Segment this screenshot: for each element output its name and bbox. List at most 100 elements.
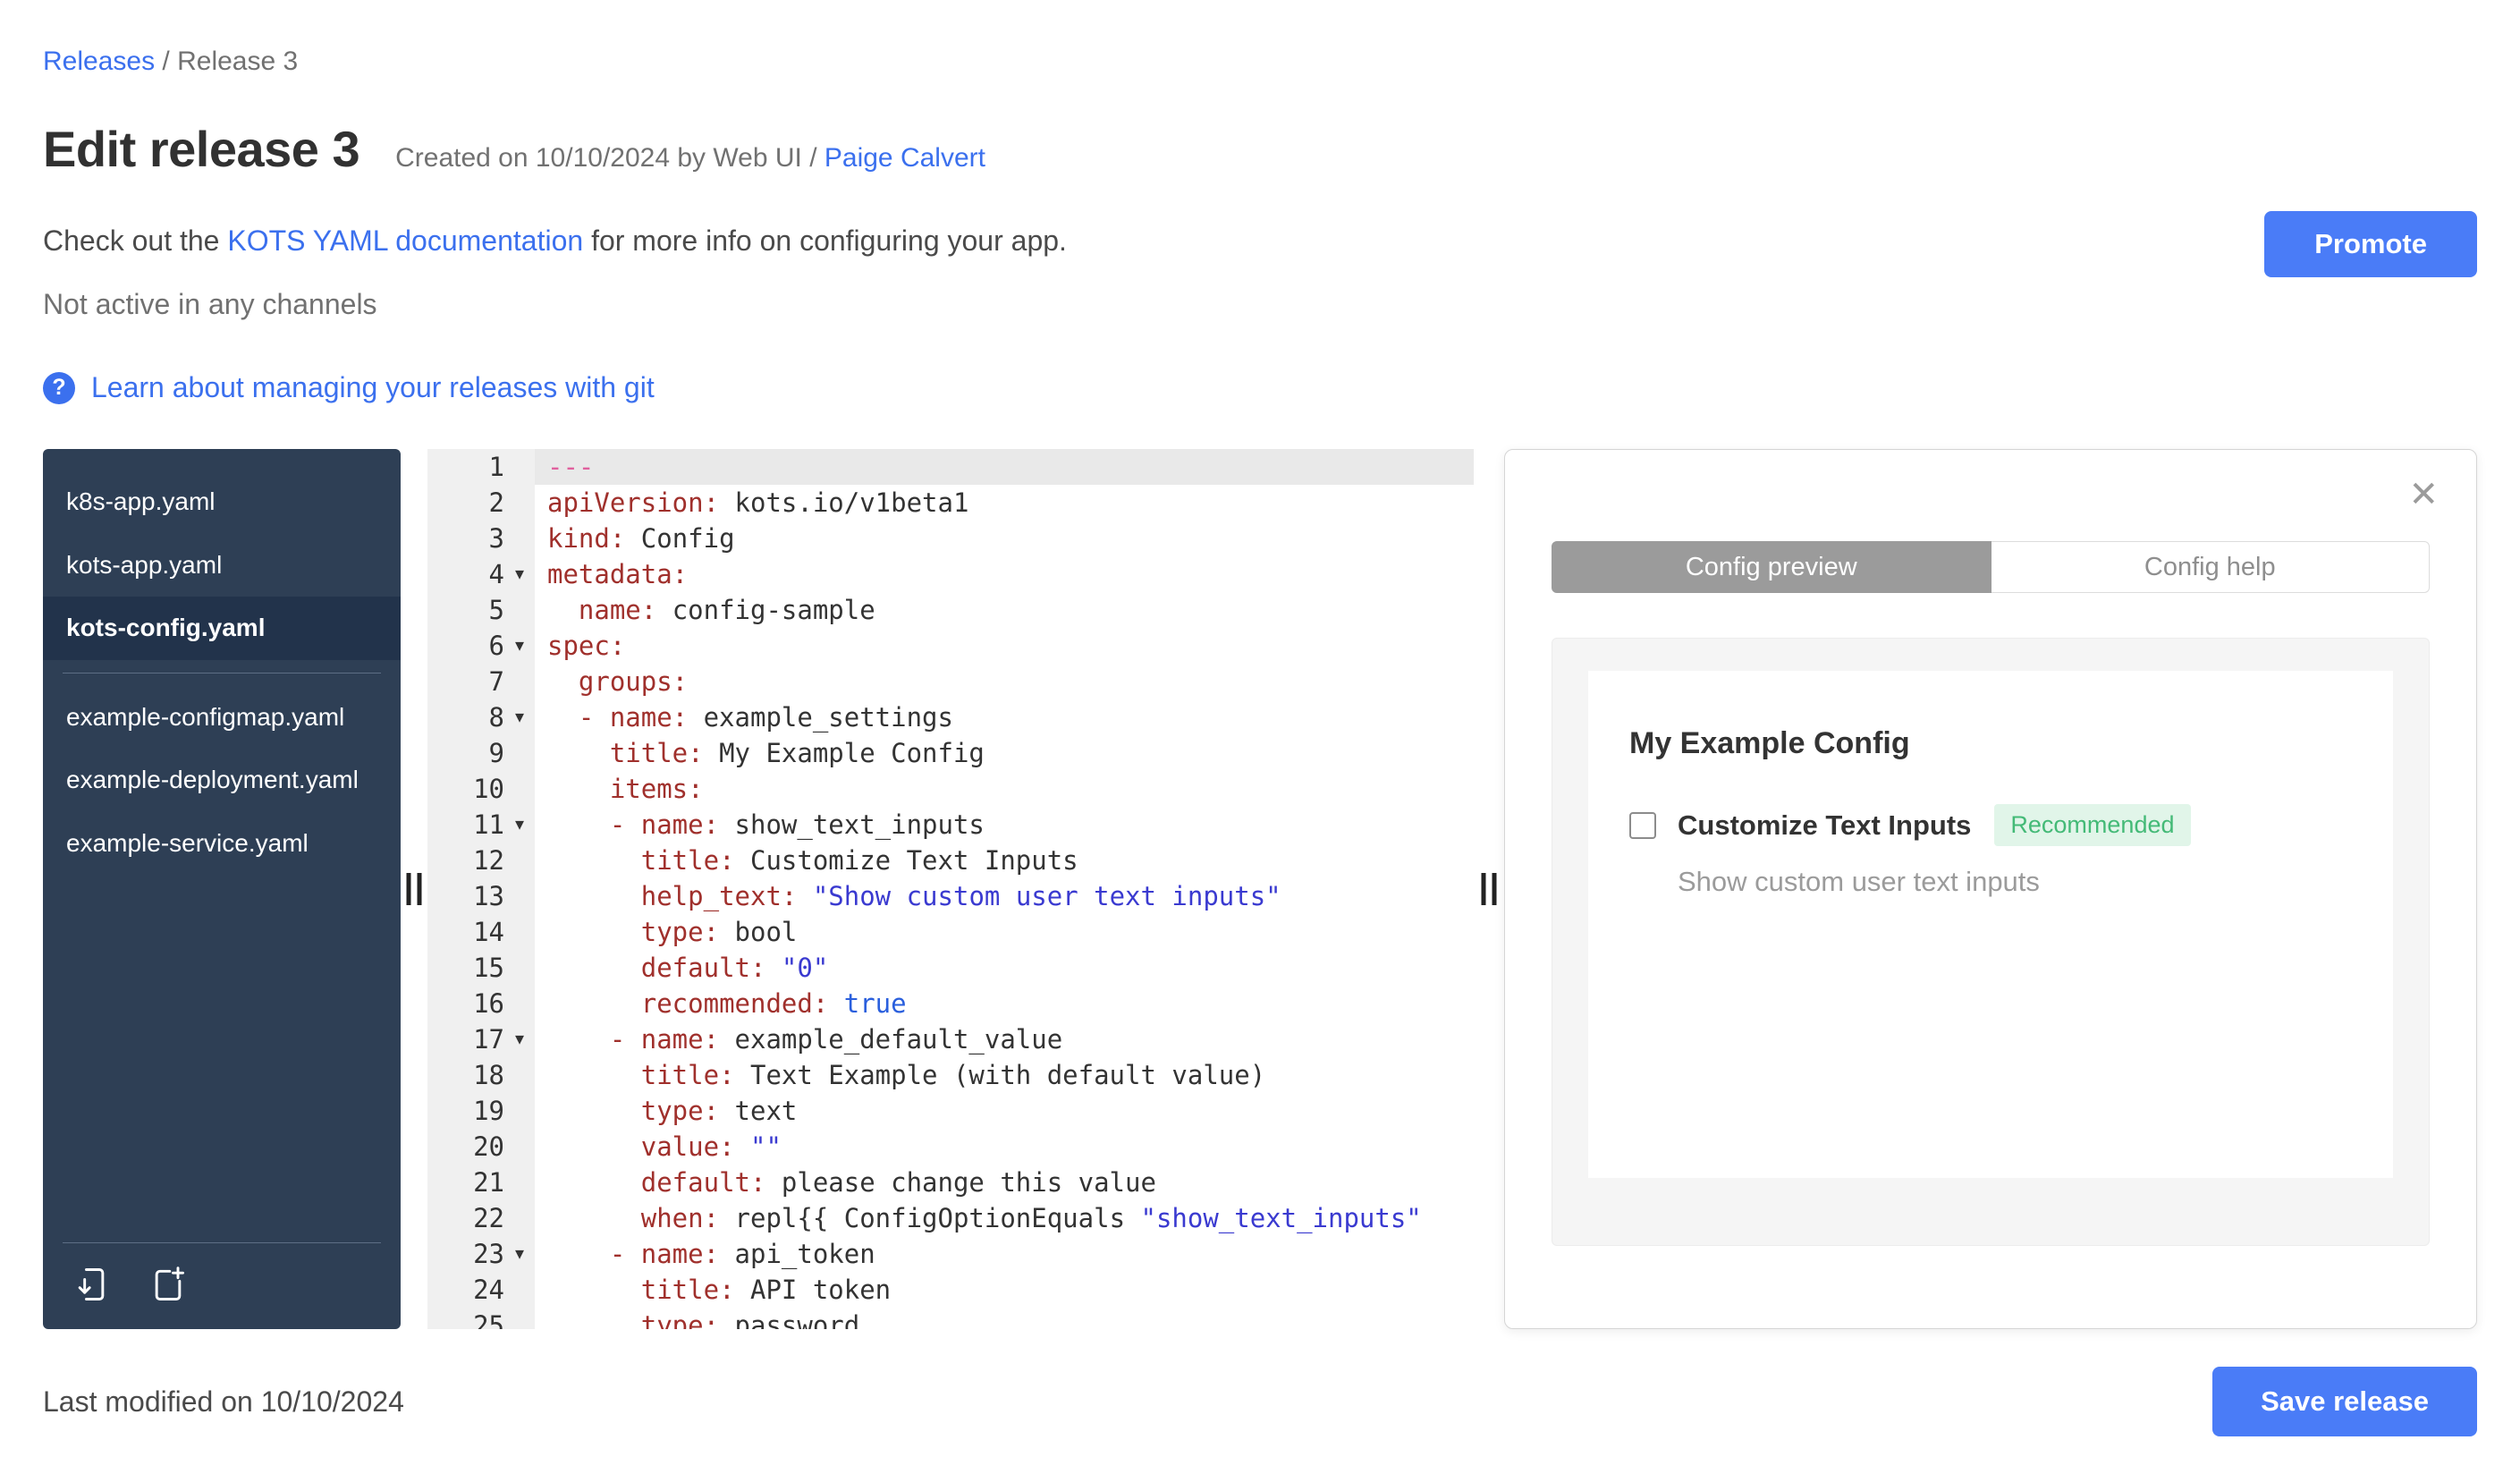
code-line-11[interactable]: - name: show_text_inputs xyxy=(547,807,1474,843)
file-item-kots-config.yaml[interactable]: kots-config.yaml xyxy=(43,597,401,660)
gutter-line-23: 23 ▾ xyxy=(427,1236,535,1272)
line-number: 23 xyxy=(473,1239,504,1269)
line-number: 19 xyxy=(473,1096,504,1126)
config-group-title: My Example Config xyxy=(1629,726,1910,760)
last-modified: Last modified on 10/10/2024 xyxy=(43,1385,404,1418)
fold-arrow-icon[interactable]: ▾ xyxy=(504,807,535,843)
yaml-code-editor[interactable]: 1 2 3 4 ▾ 5 6 ▾ 7 8 ▾ 9 10 11 ▾ 12 13 14 15 16 17 ▾ 18 19 20 21 22… xyxy=(427,449,1474,1329)
git-line: ? Learn about managing your releases wit… xyxy=(43,371,2477,404)
line-number: 25 xyxy=(473,1310,504,1329)
code-line-21[interactable]: default: please change this value xyxy=(547,1165,1474,1200)
created-text: Created on 10/10/2024 by Web UI / xyxy=(395,143,824,173)
config-item-row: Customize Text Inputs Recommended xyxy=(1629,804,2352,846)
code-line-4[interactable]: metadata: xyxy=(547,556,1474,592)
config-card: My Example Config Customize Text Inputs … xyxy=(1588,671,2393,1178)
code-line-23[interactable]: - name: api_token xyxy=(547,1236,1474,1272)
promote-button[interactable]: Promote xyxy=(2264,211,2477,277)
fold-arrow-icon[interactable]: ▾ xyxy=(504,699,535,735)
code-line-3[interactable]: kind: Config xyxy=(547,521,1474,556)
gutter-line-3: 3 xyxy=(427,521,535,556)
file-item-example-service.yaml[interactable]: example-service.yaml xyxy=(43,812,401,876)
author-link[interactable]: Paige Calvert xyxy=(824,143,985,173)
code-line-24[interactable]: title: API token xyxy=(547,1272,1474,1308)
fold-arrow-icon[interactable]: ▾ xyxy=(504,628,535,664)
file-item-k8s-app.yaml[interactable]: k8s-app.yaml xyxy=(43,470,401,534)
code-line-2[interactable]: apiVersion: kots.io/v1beta1 xyxy=(547,485,1474,521)
gutter-line-20: 20 xyxy=(427,1129,535,1165)
page-title: Edit release 3 xyxy=(43,121,360,177)
code-line-8[interactable]: - name: example_settings xyxy=(547,699,1474,735)
resize-handle-left[interactable] xyxy=(402,868,427,911)
editor-preview-gap xyxy=(1474,449,1504,1329)
gutter-line-4: 4 ▾ xyxy=(427,556,535,592)
line-number: 5 xyxy=(488,595,504,625)
line-number: 8 xyxy=(488,702,504,733)
line-number: 2 xyxy=(488,487,504,518)
code-line-16[interactable]: recommended: true xyxy=(547,986,1474,1021)
line-number: 21 xyxy=(473,1167,504,1198)
line-number: 17 xyxy=(473,1024,504,1055)
line-number: 15 xyxy=(473,953,504,983)
code-line-18[interactable]: title: Text Example (with default value) xyxy=(547,1057,1474,1093)
config-preview-panel: ✕ Config preview Config help My Example … xyxy=(1504,449,2477,1329)
config-area: My Example Config Customize Text Inputs … xyxy=(1552,638,2430,1246)
breadcrumb: Releases / Release 3 xyxy=(43,47,2477,77)
preview-tabs: Config preview Config help xyxy=(1552,541,2430,593)
gutter-line-5: 5 xyxy=(427,592,535,628)
code-line-9[interactable]: title: My Example Config xyxy=(547,735,1474,771)
question-mark-icon: ? xyxy=(43,371,75,404)
doc-prefix: Check out the xyxy=(43,224,228,257)
config-item-help: Show custom user text inputs xyxy=(1678,866,2040,897)
tab-config-help[interactable]: Config help xyxy=(1991,541,2430,593)
gutter-line-15: 15 xyxy=(427,950,535,986)
tab-config-preview[interactable]: Config preview xyxy=(1552,541,1991,593)
file-item-kots-app.yaml[interactable]: kots-app.yaml xyxy=(43,534,401,597)
fold-arrow-icon[interactable]: ▾ xyxy=(504,1236,535,1272)
code-line-17[interactable]: - name: example_default_value xyxy=(547,1021,1474,1057)
line-number: 12 xyxy=(473,845,504,876)
git-releases-link[interactable]: Learn about managing your releases with … xyxy=(91,371,655,404)
created-info: Created on 10/10/2024 by Web UI / Paige … xyxy=(395,143,985,174)
upload-file-icon[interactable] xyxy=(72,1265,111,1304)
breadcrumb-releases-link[interactable]: Releases xyxy=(43,47,155,76)
file-item-example-configmap.yaml[interactable]: example-configmap.yaml xyxy=(43,686,401,750)
code-line-12[interactable]: title: Customize Text Inputs xyxy=(547,843,1474,878)
line-number: 6 xyxy=(488,631,504,661)
file-item-example-deployment.yaml[interactable]: example-deployment.yaml xyxy=(43,749,401,812)
fold-arrow-icon[interactable]: ▾ xyxy=(504,1021,535,1057)
line-number: 3 xyxy=(488,523,504,554)
gutter-line-14: 14 xyxy=(427,914,535,950)
breadcrumb-current: Release 3 xyxy=(177,47,299,76)
doc-suffix: for more info on configuring your app. xyxy=(583,224,1067,257)
new-file-icon[interactable] xyxy=(148,1265,188,1304)
save-release-button[interactable]: Save release xyxy=(2212,1367,2477,1436)
fold-arrow-icon[interactable]: ▾ xyxy=(504,556,535,592)
code-line-20[interactable]: value: "" xyxy=(547,1129,1474,1165)
code-line-5[interactable]: name: config-sample xyxy=(547,592,1474,628)
file-tree: k8s-app.yaml kots-app.yaml kots-config.yam… xyxy=(43,470,401,876)
customize-text-inputs-checkbox[interactable] xyxy=(1629,811,1656,839)
gutter-line-11: 11 ▾ xyxy=(427,807,535,843)
code-line-7[interactable]: groups: xyxy=(547,664,1474,699)
resize-handle-right[interactable] xyxy=(1476,868,1502,911)
line-number: 18 xyxy=(473,1060,504,1090)
code-line-19[interactable]: type: text xyxy=(547,1093,1474,1129)
code-line-22[interactable]: when: repl{{ ConfigOptionEquals "show_te… xyxy=(547,1200,1474,1236)
title-row: Edit release 3 Created on 10/10/2024 by … xyxy=(43,120,2477,178)
code-line-15[interactable]: default: "0" xyxy=(547,950,1474,986)
gutter-line-9: 9 xyxy=(427,735,535,771)
gutter-line-2: 2 xyxy=(427,485,535,521)
code-line-6[interactable]: spec: xyxy=(547,628,1474,664)
sidebar-footer xyxy=(63,1242,381,1329)
editor-gutter: 1 2 3 4 ▾ 5 6 ▾ 7 8 ▾ 9 10 11 ▾ 12 13 14 15 16 17 ▾ 18 19 20 21 22… xyxy=(427,449,535,1329)
code-line-13[interactable]: help_text: "Show custom user text inputs… xyxy=(547,878,1474,914)
line-number: 10 xyxy=(473,774,504,804)
code-line-14[interactable]: type: bool xyxy=(547,914,1474,950)
line-number: 13 xyxy=(473,881,504,911)
code-line-10[interactable]: items: xyxy=(547,771,1474,807)
close-icon[interactable]: ✕ xyxy=(2408,477,2439,513)
code-line-25[interactable]: type: password xyxy=(547,1308,1474,1329)
kots-yaml-doc-link[interactable]: KOTS YAML documentation xyxy=(227,224,583,257)
code-line-1[interactable]: --- xyxy=(535,449,1474,485)
line-number: 16 xyxy=(473,988,504,1019)
